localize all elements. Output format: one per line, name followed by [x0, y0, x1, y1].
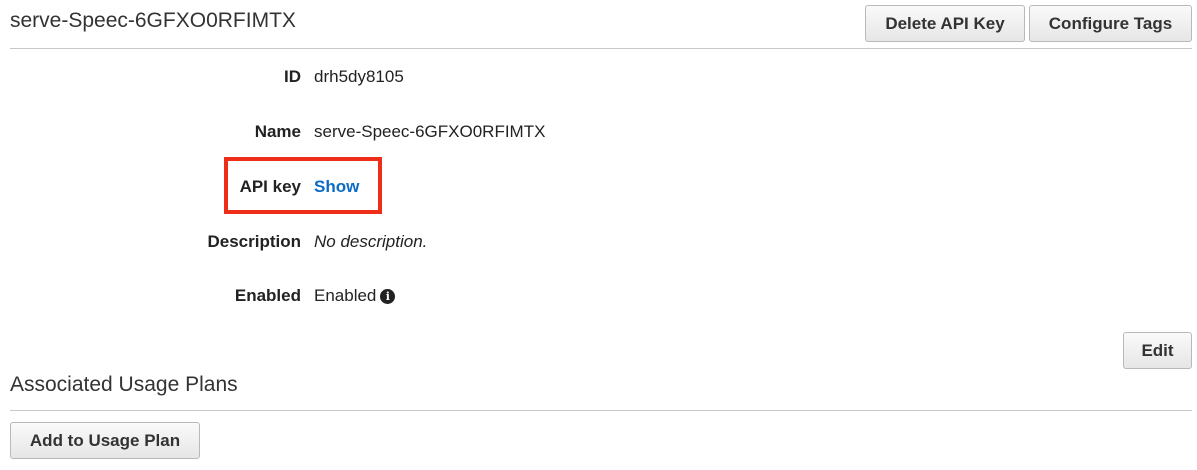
highlight-annotation-box: [224, 157, 382, 214]
description-value: No description.: [314, 232, 428, 251]
detail-row-name: Name serve-Speec-6GFXO0RFIMTX: [0, 122, 900, 146]
add-to-usage-plan-button[interactable]: Add to Usage Plan: [10, 422, 200, 459]
page-title: serve-Speec-6GFXO0RFIMTX: [10, 9, 296, 32]
delete-api-key-button[interactable]: Delete API Key: [865, 5, 1025, 42]
name-label: Name: [254, 122, 301, 141]
id-label: ID: [284, 67, 301, 86]
info-circle-icon[interactable]: i: [380, 289, 396, 304]
usage-plans-title: Associated Usage Plans: [10, 373, 238, 396]
detail-row-api-key: API key Show: [0, 177, 900, 201]
header-divider: [10, 48, 1192, 49]
edit-button[interactable]: Edit: [1123, 332, 1192, 369]
id-value: drh5dy8105: [314, 67, 404, 86]
name-value: serve-Speec-6GFXO0RFIMTX: [314, 122, 546, 141]
configure-tags-button[interactable]: Configure Tags: [1029, 5, 1192, 42]
usage-plans-divider: [10, 410, 1192, 411]
detail-row-enabled: Enabled Enabled i: [0, 286, 900, 310]
enabled-value: Enabled: [314, 286, 377, 305]
api-key-detail-page: serve-Speec-6GFXO0RFIMTX Delete API Key …: [0, 0, 1197, 470]
enabled-value-wrap: Enabled i: [314, 286, 396, 306]
description-label: Description: [207, 232, 301, 251]
enabled-label: Enabled: [234, 286, 301, 305]
detail-row-id: ID drh5dy8105: [0, 67, 900, 91]
detail-row-description: Description No description.: [0, 232, 900, 256]
